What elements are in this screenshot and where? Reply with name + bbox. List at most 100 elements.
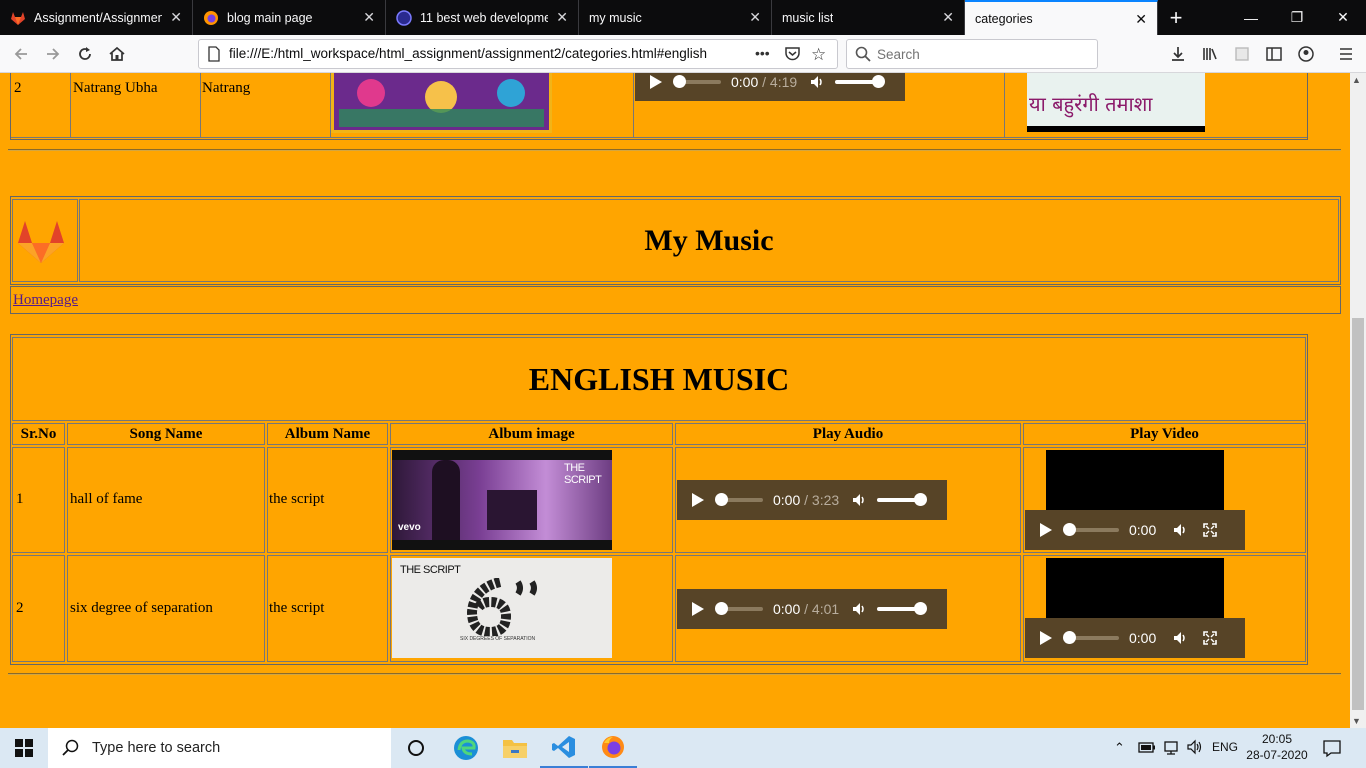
taskbar-search-box[interactable]: Type here to search xyxy=(48,728,391,768)
song-name-cell: hall of fame xyxy=(67,447,265,553)
seek-slider[interactable] xyxy=(673,75,721,88)
audio-player[interactable]: 0:00 / 3:23 xyxy=(677,480,947,520)
volume-icon[interactable] xyxy=(809,74,825,90)
close-icon[interactable]: ✕ xyxy=(749,9,761,26)
restore-icon[interactable]: ❐ xyxy=(1274,0,1320,35)
vertical-scrollbar[interactable]: ▲ ▼ xyxy=(1350,73,1366,728)
menu-icon[interactable] xyxy=(1333,41,1359,67)
play-icon[interactable] xyxy=(649,74,663,90)
url-bar[interactable]: file:///E:/html_workspace/html_assignmen… xyxy=(198,39,838,69)
reader-icon[interactable] xyxy=(1229,41,1255,67)
song-name-cell: Natrang Ubha xyxy=(71,73,201,138)
play-icon[interactable] xyxy=(1039,630,1053,646)
audio-player[interactable]: 0:00 / 4:01 xyxy=(677,589,947,629)
section-title: ENGLISH MUSIC xyxy=(528,360,790,397)
close-window-icon[interactable]: ✕ xyxy=(1320,0,1366,35)
tab-label: 11 best web developme xyxy=(420,10,548,25)
close-icon[interactable]: ✕ xyxy=(170,9,182,26)
tab-categories[interactable]: categories ✕ xyxy=(965,0,1158,35)
volume-icon[interactable] xyxy=(851,492,867,508)
seek-slider[interactable] xyxy=(715,493,763,506)
taskbar-search-placeholder: Type here to search xyxy=(92,740,221,756)
file-explorer-icon[interactable] xyxy=(491,728,539,768)
tab-my-music[interactable]: my music ✕ xyxy=(579,0,772,35)
windows-start-icon[interactable] xyxy=(0,728,48,768)
play-icon[interactable] xyxy=(1039,522,1053,538)
seek-slider[interactable] xyxy=(715,602,763,615)
hall-of-fame-album-image: THE SCRIPT vevo xyxy=(392,450,612,550)
video-player[interactable]: 0:00 xyxy=(1025,450,1245,550)
song-name-cell: six degree of separation xyxy=(67,555,265,662)
vscode-icon[interactable] xyxy=(540,728,588,768)
tab-web-development[interactable]: 11 best web developme ✕ xyxy=(386,0,579,35)
current-time: 0:00 xyxy=(773,601,801,617)
audio-player[interactable]: 0:00 / 4:19 xyxy=(635,73,905,101)
album-name-cell: Natrang xyxy=(201,73,331,138)
volume-slider[interactable] xyxy=(877,493,928,506)
reload-icon[interactable] xyxy=(72,41,98,67)
play-icon[interactable] xyxy=(691,492,705,508)
volume-slider[interactable] xyxy=(835,75,886,88)
close-icon[interactable]: ✕ xyxy=(942,9,954,26)
video-player[interactable]: 0:00 xyxy=(1025,558,1245,658)
volume-slider[interactable] xyxy=(877,602,928,615)
pocket-icon[interactable] xyxy=(784,46,801,67)
close-icon[interactable]: ✕ xyxy=(1135,11,1147,28)
fullscreen-icon[interactable] xyxy=(1202,630,1218,646)
tab-label: music list xyxy=(782,10,834,25)
audio-cell: 0:00 / 4:01 xyxy=(675,555,1021,662)
video-cell: 0:00 xyxy=(1023,447,1306,553)
column-header: Sr.No xyxy=(12,423,65,445)
play-icon[interactable] xyxy=(691,601,705,617)
current-time: 0:00 xyxy=(1129,630,1157,646)
cortana-icon[interactable] xyxy=(392,728,440,768)
seek-slider[interactable] xyxy=(1063,523,1119,536)
new-tab-button[interactable]: + xyxy=(1158,0,1194,35)
volume-icon[interactable] xyxy=(1172,522,1188,538)
tab-music-list[interactable]: music list ✕ xyxy=(772,0,965,35)
tab-label: Assignment/Assignment xyxy=(34,10,162,25)
volume-icon[interactable] xyxy=(1172,630,1188,646)
close-icon[interactable]: ✕ xyxy=(556,9,568,26)
volume-icon[interactable] xyxy=(851,601,867,617)
firefox-icon xyxy=(203,10,219,26)
notifications-icon[interactable] xyxy=(1322,738,1342,763)
library-icon[interactable] xyxy=(1197,41,1223,67)
battery-icon[interactable] xyxy=(1138,740,1156,759)
show-hidden-icons[interactable]: ⌃ xyxy=(1114,740,1125,756)
firefox-taskbar-icon[interactable] xyxy=(589,728,637,768)
sidebar-icon[interactable] xyxy=(1261,41,1287,67)
scroll-down-icon[interactable]: ▼ xyxy=(1352,716,1361,726)
current-time: 0:00 xyxy=(731,74,759,90)
back-icon[interactable] xyxy=(8,41,34,67)
tab-assignment[interactable]: Assignment/Assignment ✕ xyxy=(0,0,193,35)
page-info-icon[interactable] xyxy=(207,46,221,67)
page-actions-icon[interactable]: ••• xyxy=(755,45,770,61)
close-icon[interactable]: ✕ xyxy=(363,9,375,26)
language-indicator[interactable]: ENG xyxy=(1212,740,1238,754)
video-controls: 0:00 xyxy=(1025,510,1245,550)
tab-blog[interactable]: blog main page ✕ xyxy=(193,0,386,35)
minimize-icon[interactable]: — xyxy=(1228,0,1274,35)
album-name-cell: the script xyxy=(267,555,388,662)
table-row: 2 xyxy=(12,555,65,662)
speaker-icon[interactable] xyxy=(1186,739,1204,760)
column-header: Play Video xyxy=(1023,423,1306,445)
network-icon[interactable] xyxy=(1162,740,1180,761)
homepage-link[interactable]: Homepage xyxy=(13,292,78,309)
account-icon[interactable] xyxy=(1293,41,1319,67)
seek-slider[interactable] xyxy=(1063,631,1119,644)
search-bar[interactable]: Search xyxy=(846,39,1098,69)
forward-icon[interactable] xyxy=(40,41,66,67)
album-image-cell: THE SCRIPT vevo xyxy=(390,447,673,553)
fullscreen-icon[interactable] xyxy=(1202,522,1218,538)
home-icon[interactable] xyxy=(104,41,130,67)
clock-date: 28-07-2020 xyxy=(1246,748,1308,762)
downloads-icon[interactable] xyxy=(1165,41,1191,67)
edge-icon[interactable] xyxy=(442,728,490,768)
scroll-up-icon[interactable]: ▲ xyxy=(1352,75,1361,85)
system-clock[interactable]: 20:05 28-07-2020 xyxy=(1240,731,1314,763)
scrollbar-thumb[interactable] xyxy=(1352,318,1364,710)
windows-taskbar: Type here to search ⌃ ENG 20:05 28-07-20… xyxy=(0,728,1366,768)
bookmark-star-icon[interactable]: ☆ xyxy=(811,45,826,65)
